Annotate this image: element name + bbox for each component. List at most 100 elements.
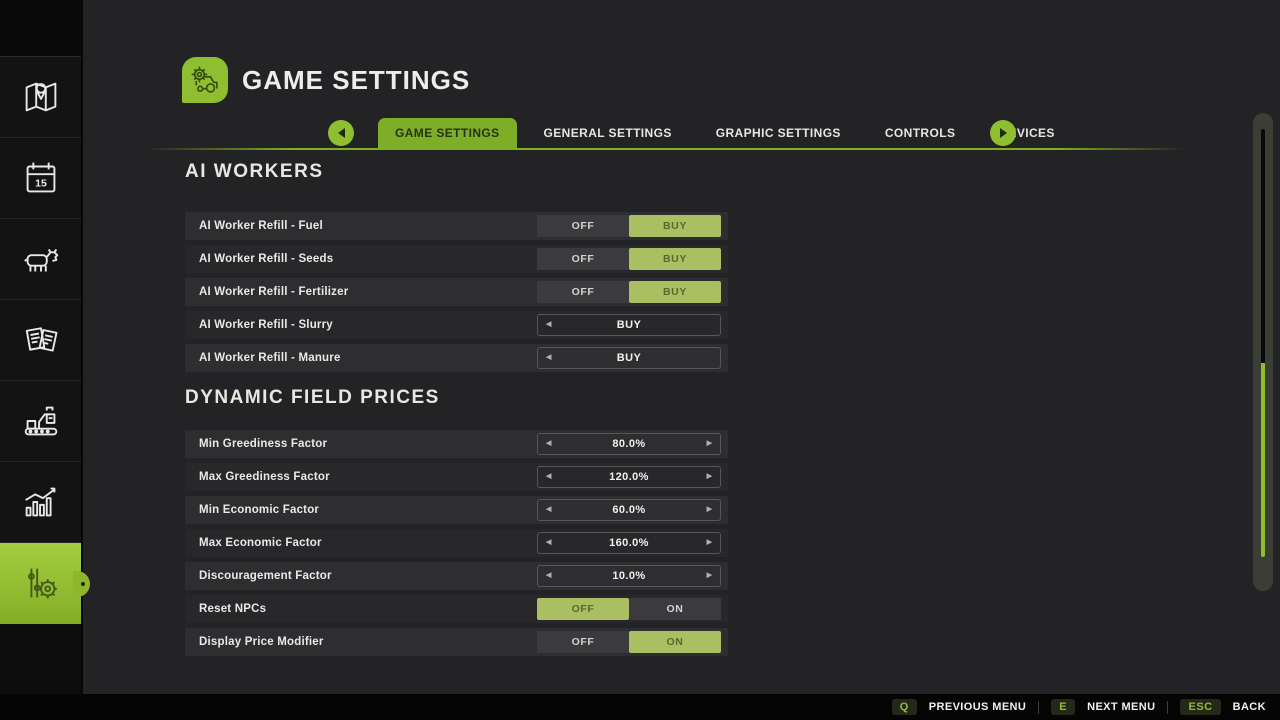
tab-game-settings[interactable]: GAME SETTINGS <box>378 118 517 148</box>
tab-graphic-settings[interactable]: GRAPHIC SETTINGS <box>699 118 858 148</box>
previous-category-button[interactable] <box>328 120 354 146</box>
spinner-value: BUY <box>617 352 641 364</box>
toggle-control: OFFON <box>537 598 721 620</box>
spinner-control: ◀ 160.0% ▶ <box>537 532 721 554</box>
settings-content: AI WORKERS AI Worker Refill - FuelOFFBUYA… <box>185 160 728 661</box>
setting-row-ai-worker-refill-slurry: AI Worker Refill - Slurry◀BUY▶ <box>185 311 728 339</box>
settings-rows: AI Worker Refill - FuelOFFBUYAI Worker R… <box>185 212 728 372</box>
hotkey-label-next-menu: NEXT MENU <box>1087 701 1155 713</box>
sidebar-item-settings[interactable] <box>0 543 81 624</box>
setting-row-reset-npcs: Reset NPCs OFFON <box>185 595 728 623</box>
hotkey-q[interactable]: Q <box>892 699 917 715</box>
tab-controls[interactable]: CONTROLS <box>868 118 973 148</box>
decrease-arrow-icon[interactable]: ◀ <box>546 314 551 336</box>
ai-worker-refill-seeds-buy-button[interactable]: BUY <box>629 248 721 270</box>
main-panel: GAME SETTINGS GAME SETTINGS GENERAL SETTI… <box>85 0 1280 694</box>
setting-label: Min Economic Factor <box>185 496 319 524</box>
spinner-value: 80.0% <box>612 438 645 450</box>
reset-npcs-on-button[interactable]: ON <box>629 598 721 620</box>
spinner-value: 120.0% <box>609 471 649 483</box>
page-header: GAME SETTINGS <box>182 57 470 103</box>
hotkey-bar: QPREVIOUS MENUENEXT MENUESCBACK <box>0 694 1280 720</box>
setting-row-discouragement-factor: Discouragement Factor◀10.0%▶ <box>185 562 728 590</box>
hotkey-esc[interactable]: ESC <box>1180 699 1220 715</box>
ai-worker-refill-seeds-off-button[interactable]: OFF <box>537 248 629 270</box>
setting-label: Max Greediness Factor <box>185 463 330 491</box>
setting-row-ai-worker-refill-seeds: AI Worker Refill - Seeds OFFBUY <box>185 245 728 273</box>
section-title-dynamic-field-prices: DYNAMIC FIELD PRICES <box>185 386 728 410</box>
spinner-control: ◀ 120.0% ▶ <box>537 466 721 488</box>
setting-label: Display Price Modifier <box>185 628 324 656</box>
spinner-control: ◀BUY▶ <box>537 347 721 369</box>
sidebar-item-production[interactable] <box>0 381 81 462</box>
setting-label: AI Worker Refill - Seeds <box>185 245 333 273</box>
decrease-arrow-icon[interactable]: ◀ <box>546 466 551 488</box>
decrease-arrow-icon[interactable]: ◀ <box>546 347 551 369</box>
sidebar-item-contracts[interactable] <box>0 300 81 381</box>
arrow-left-icon <box>338 128 345 138</box>
sidebar-items: 15 <box>0 57 81 624</box>
ai-worker-refill-fuel-buy-button[interactable]: BUY <box>629 215 721 237</box>
toggle-control: OFFBUY <box>537 281 721 303</box>
documents-icon <box>18 317 64 363</box>
next-category-button[interactable] <box>990 120 1016 146</box>
spinner-control: ◀ 10.0% ▶ <box>537 565 721 587</box>
decrease-arrow-icon[interactable]: ◀ <box>546 499 551 521</box>
svg-text:15: 15 <box>35 178 47 190</box>
display-price-modifier-off-button[interactable]: OFF <box>537 631 629 653</box>
ai-worker-refill-fuel-off-button[interactable]: OFF <box>537 215 629 237</box>
increase-arrow-icon[interactable]: ▶ <box>707 433 712 455</box>
setting-label: AI Worker Refill - Manure <box>185 344 341 372</box>
tractor-icon <box>182 57 228 103</box>
increase-arrow-icon[interactable]: ▶ <box>707 499 712 521</box>
increase-arrow-icon[interactable]: ▶ <box>707 565 712 587</box>
spinner-control: ◀BUY▶ <box>537 314 721 336</box>
spinner-control: ◀ 60.0% ▶ <box>537 499 721 521</box>
spinner-value: 60.0% <box>612 504 645 516</box>
ai-worker-refill-fertilizer-buy-button[interactable]: BUY <box>629 281 721 303</box>
production-icon <box>18 398 64 444</box>
sidebar-item-animals[interactable] <box>0 219 81 300</box>
setting-row-min-greediness-factor: Min Greediness Factor ◀ 80.0% ▶ <box>185 430 728 458</box>
calendar-icon: 15 <box>18 155 64 201</box>
category-tabbar: GAME SETTINGS GENERAL SETTINGS GRAPHIC SET… <box>85 118 1280 148</box>
statistics-icon <box>18 479 64 525</box>
spinner-value: BUY <box>617 319 641 331</box>
setting-row-ai-worker-refill-manure: AI Worker Refill - Manure◀BUY▶ <box>185 344 728 372</box>
setting-label: AI Worker Refill - Fertilizer <box>185 278 348 306</box>
spinner-value: 10.0% <box>612 570 645 582</box>
cow-icon <box>18 236 64 282</box>
hotkey-label-previous-menu: PREVIOUS MENU <box>929 701 1027 713</box>
increase-arrow-icon[interactable]: ▶ <box>707 532 712 554</box>
notch-dot <box>81 582 85 586</box>
hint-separator <box>1167 701 1168 714</box>
tab-general-settings[interactable]: GENERAL SETTINGS <box>527 118 689 148</box>
setting-row-max-economic-factor: Max Economic Factor ◀ 160.0% ▶ <box>185 529 728 557</box>
spinner-control: ◀ 80.0% ▶ <box>537 433 721 455</box>
setting-label: Reset NPCs <box>185 595 266 623</box>
sidebar-item-statistics[interactable] <box>0 462 81 543</box>
setting-row-max-greediness-factor: Max Greediness Factor ◀ 120.0% ▶ <box>185 463 728 491</box>
sidebar-item-calendar[interactable]: 15 <box>0 138 81 219</box>
spinner-value: 160.0% <box>609 537 649 549</box>
hotkey-e[interactable]: E <box>1051 699 1075 715</box>
increase-arrow-icon[interactable]: ▶ <box>707 466 712 488</box>
decrease-arrow-icon[interactable]: ◀ <box>546 433 551 455</box>
toggle-control: OFFON <box>537 631 721 653</box>
hint-separator <box>1038 701 1039 714</box>
decrease-arrow-icon[interactable]: ◀ <box>546 532 551 554</box>
scrollbar-thumb[interactable] <box>1261 363 1265 557</box>
setting-label: Max Economic Factor <box>185 529 322 557</box>
display-price-modifier-on-button[interactable]: ON <box>629 631 721 653</box>
toggle-control: OFFBUY <box>537 215 721 237</box>
setting-label: Min Greediness Factor <box>185 430 327 458</box>
setting-row-ai-worker-refill-fertilizer: AI Worker Refill - Fertilizer OFFBUY <box>185 278 728 306</box>
reset-npcs-off-button[interactable]: OFF <box>537 598 629 620</box>
sidebar-spacer <box>0 0 81 57</box>
scrollbar[interactable] <box>1253 113 1273 591</box>
section-title-ai-workers: AI WORKERS <box>185 160 728 184</box>
settings-rows: Min Greediness Factor◀80.0%▶Max Greedine… <box>185 430 728 656</box>
decrease-arrow-icon[interactable]: ◀ <box>546 565 551 587</box>
sidebar-item-map[interactable] <box>0 57 81 138</box>
ai-worker-refill-fertilizer-off-button[interactable]: OFF <box>537 281 629 303</box>
